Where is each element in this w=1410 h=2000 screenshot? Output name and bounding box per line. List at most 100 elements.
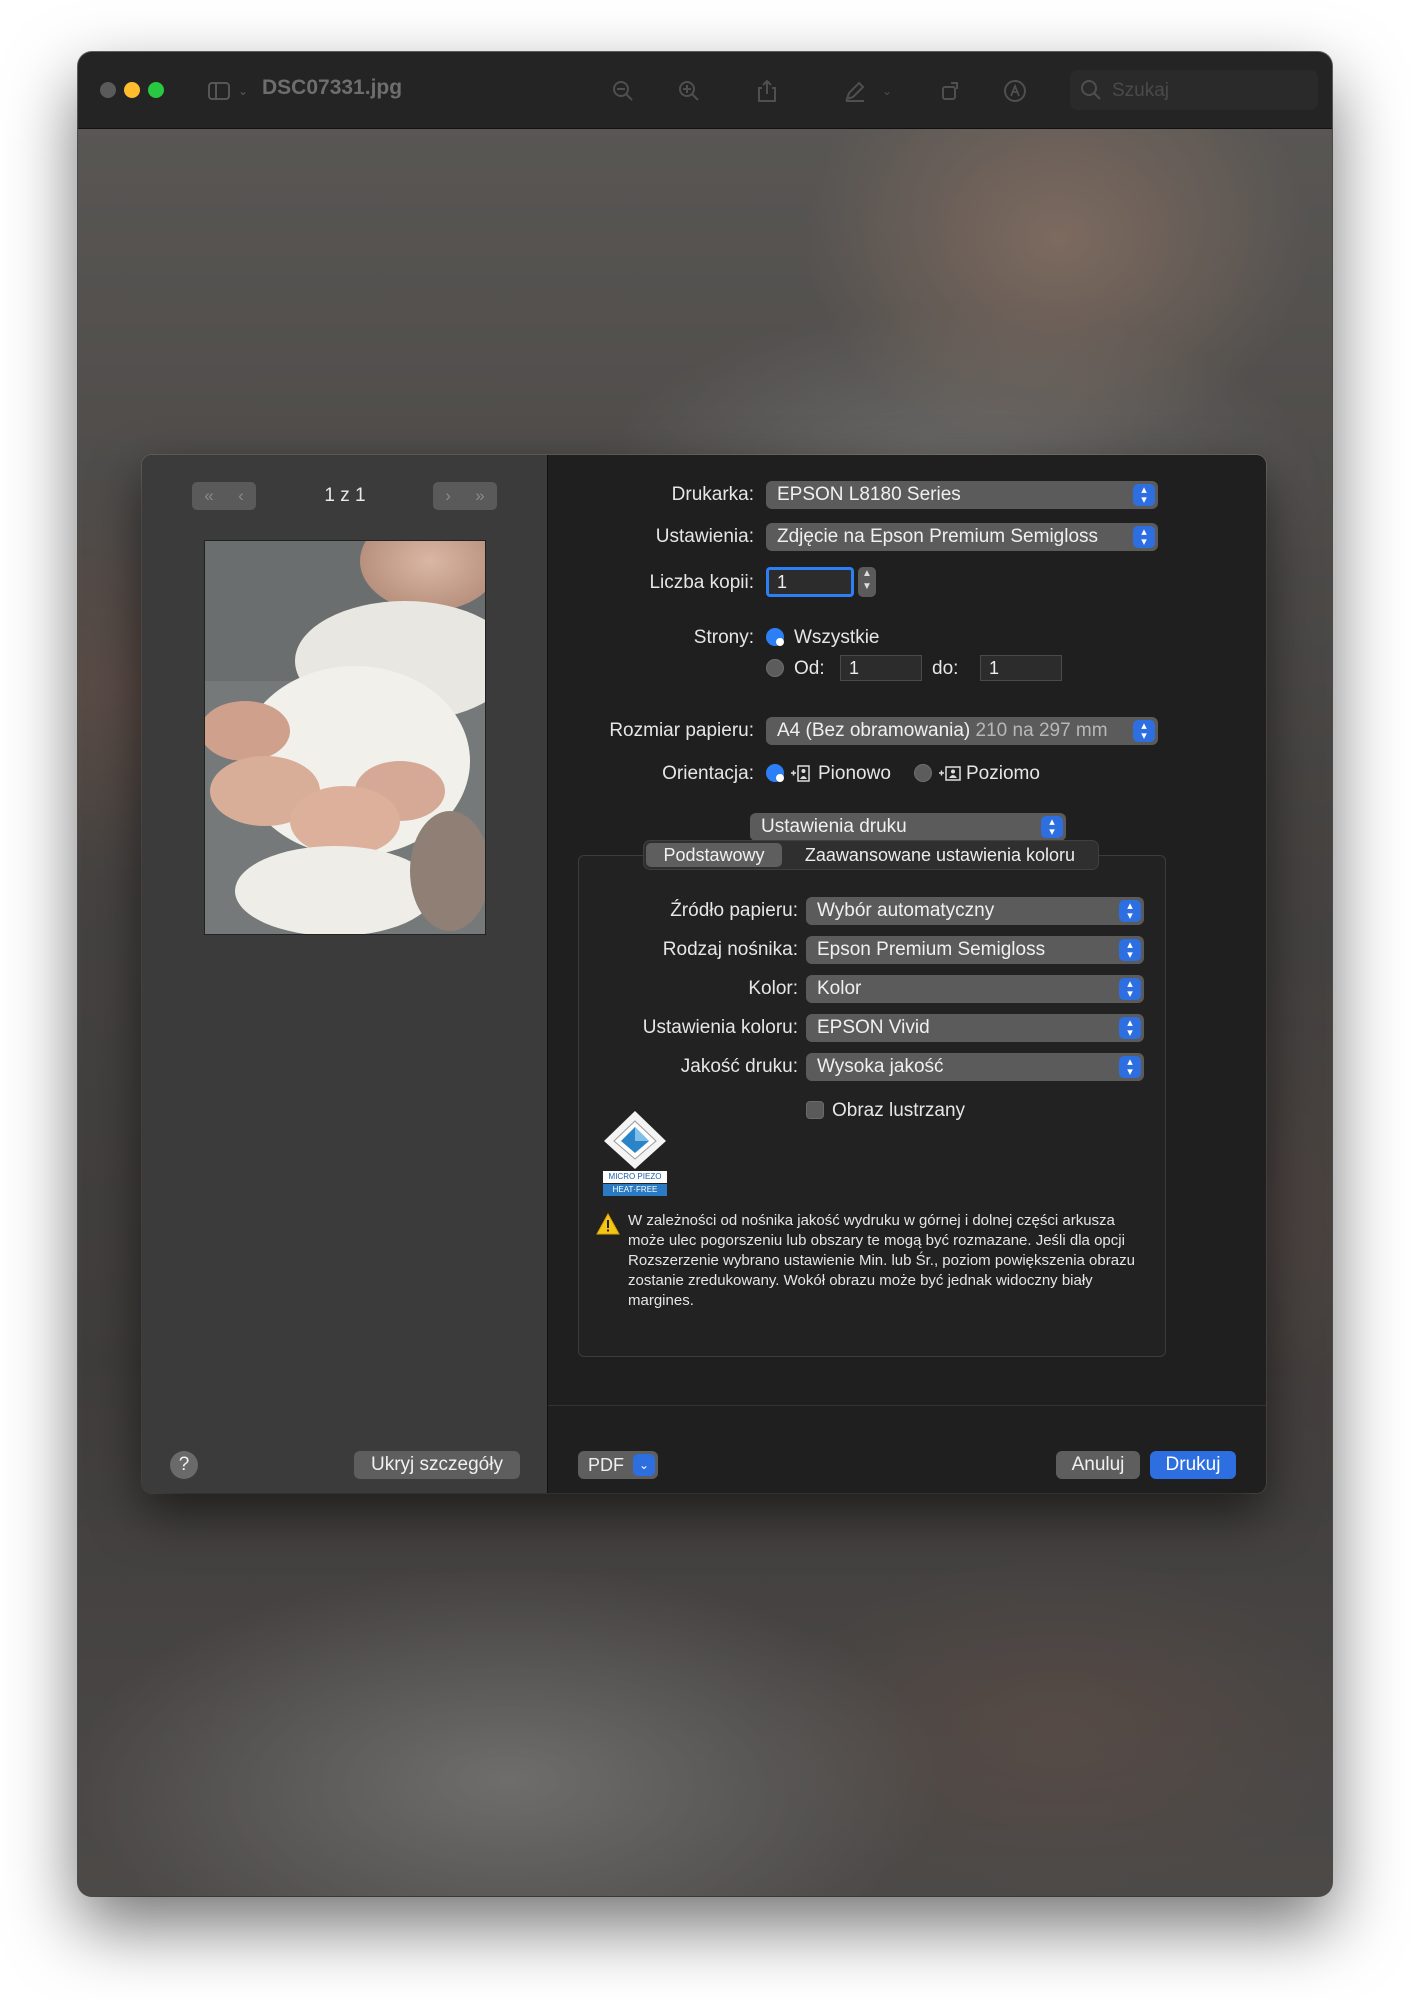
chevron-down-icon[interactable]: ⌄ [228,76,258,106]
micro-piezo-logo: MICRO PIEZO HEAT·FREE [602,1109,668,1201]
updown-chevron-icon: ▴ ▾ [1119,1017,1141,1039]
preview-pane: «‹ 1 z 1 ›» ? Ukryj szczegóły [142,455,548,1493]
updown-chevron-icon: ▴ ▾ [1041,816,1063,838]
warning-text: W zależności od nośnika jakość wydruku w… [628,1212,1135,1309]
next-page-icon[interactable]: › [445,486,451,506]
search-icon [1080,79,1102,106]
next-last-page-buttons[interactable]: ›» [433,482,497,510]
thumbnail-photo [205,541,485,934]
logo-text-top: MICRO PIEZO [603,1171,667,1183]
paper-size-label: Rozmiar papieru: [609,720,754,741]
first-prev-page-buttons[interactable]: «‹ [192,482,256,510]
copies-label: Liczba kopii: [649,572,754,593]
updown-chevron-icon: ▴ ▾ [1119,939,1141,961]
minimize-button[interactable] [124,82,140,98]
media-type-label: Rodzaj nośnika: [662,939,798,960]
help-button[interactable]: ? [170,1451,198,1479]
orientation-landscape-label: Poziomo [966,763,1040,784]
orientation-label: Orientacja: [662,763,754,784]
orientation-portrait-label: Pionowo [818,763,891,784]
zoom-button[interactable] [148,82,164,98]
pdf-menu-button[interactable]: PDF ⌄ [578,1451,658,1479]
mirror-label: Obraz lustrzany [832,1100,966,1121]
print-button[interactable]: Drukuj [1150,1451,1236,1479]
search-placeholder: Szukaj [1112,80,1170,101]
window-title: DSC07331.jpg [262,76,403,99]
pdf-label: PDF [588,1455,624,1475]
pages-all-label: Wszystkie [794,627,880,648]
printer-value: EPSON L8180 Series [777,484,961,505]
color-settings-value: EPSON Vivid [817,1017,930,1038]
markup-pen-icon[interactable] [840,76,870,106]
printer-label: Drukarka: [671,484,754,505]
pages-all-radio[interactable] [766,628,784,646]
page-thumbnail [205,541,485,934]
updown-chevron-icon: ▴ ▾ [1119,978,1141,1000]
tab-advanced-color[interactable]: Zaawansowane ustawienia koloru [786,843,1094,867]
prev-page-icon[interactable]: ‹ [238,486,244,506]
portrait-icon [790,764,812,787]
pages-to-label: do: [932,658,959,679]
paper-size-dims: 210 na 297 mm [975,720,1108,741]
warning-icon [596,1212,620,1240]
pages-from-input[interactable]: 1 [840,655,922,681]
cancel-button[interactable]: Anuluj [1056,1451,1140,1479]
print-dialog: «‹ 1 z 1 ›» ? Ukryj szczegóły Drukarka: … [142,455,1266,1493]
color-value: Kolor [817,978,862,999]
copies-stepper[interactable]: ▲ ▼ [858,567,876,597]
media-type-select[interactable]: Epson Premium Semigloss ▴ ▾ [806,936,1144,964]
first-page-icon[interactable]: « [204,486,213,506]
paper-source-label: Źródło papieru: [670,900,798,921]
tab-basic[interactable]: Podstawowy [646,843,782,867]
section-value: Ustawienia druku [761,816,907,837]
color-settings-label: Ustawienia koloru: [642,1017,798,1038]
search-field[interactable]: Szukaj [1070,70,1318,110]
quality-label: Jakość druku: [680,1056,798,1077]
landscape-icon [938,764,962,787]
quality-value: Wysoka jakość [817,1056,944,1077]
presets-select[interactable]: Zdjęcie na Epson Premium Semigloss ▴ ▾ [766,523,1158,551]
updown-chevron-icon: ▴ ▾ [1119,1056,1141,1078]
title-bar: ⌄ DSC07331.jpg ⌄ Szukaj [78,52,1332,129]
zoom-out-icon[interactable] [608,76,638,106]
logo-text-bottom: HEAT·FREE [603,1184,667,1196]
paper-source-value: Wybór automatyczny [817,900,995,921]
pages-range-radio[interactable] [766,659,784,677]
paper-size-select[interactable]: A4 (Bez obramowania) 210 na 297 mm ▴ ▾ [766,717,1158,745]
orientation-landscape-radio[interactable] [914,764,932,782]
presets-label: Ustawienia: [655,526,754,547]
paper-source-select[interactable]: Wybór automatyczny ▴ ▾ [806,897,1144,925]
updown-chevron-icon: ▴ ▾ [1119,900,1141,922]
pages-to-input[interactable]: 1 [980,655,1062,681]
mirror-checkbox[interactable] [806,1101,824,1119]
pages-label: Strony: [693,627,754,648]
footer-divider [548,1405,1266,1406]
settings-pane: Drukarka: EPSON L8180 Series ▴ ▾ Ustawien… [548,455,1266,1493]
presets-value: Zdjęcie na Epson Premium Semigloss [777,526,1099,547]
share-icon[interactable] [752,76,782,106]
color-label: Kolor: [748,978,798,999]
rotate-icon[interactable] [936,76,966,106]
section-select[interactable]: Ustawienia druku ▴ ▾ [750,813,1066,841]
printer-select[interactable]: EPSON L8180 Series ▴ ▾ [766,481,1158,509]
updown-chevron-icon: ▴ ▾ [1133,526,1155,548]
updown-chevron-icon: ▴ ▾ [1133,720,1155,742]
close-button[interactable] [100,82,116,98]
updown-chevron-icon: ▴ ▾ [1133,484,1155,506]
hide-details-button[interactable]: Ukryj szczegóły [354,1451,520,1479]
chevron-down-icon[interactable]: ⌄ [872,76,902,106]
annotate-icon[interactable] [1000,76,1030,106]
page-indicator: 1 z 1 [324,485,366,506]
zoom-in-icon[interactable] [674,76,704,106]
color-settings-select[interactable]: EPSON Vivid ▴ ▾ [806,1014,1144,1042]
media-type-value: Epson Premium Semigloss [817,939,1046,960]
copies-input[interactable]: 1 [766,567,854,597]
orientation-portrait-radio[interactable] [766,764,784,782]
paper-size-value: A4 (Bez obramowania) [777,720,971,741]
chevron-down-icon: ⌄ [633,1454,655,1476]
tab-bar: Podstawowy Zaawansowane ustawienia kolor… [644,841,1098,869]
quality-select[interactable]: Wysoka jakość ▴ ▾ [806,1053,1144,1081]
preview-window: ⌄ DSC07331.jpg ⌄ Szukaj « ‹ 1 z 1 › » ? … [78,52,1332,1896]
color-select[interactable]: Kolor ▴ ▾ [806,975,1144,1003]
last-page-icon[interactable]: » [475,486,484,506]
